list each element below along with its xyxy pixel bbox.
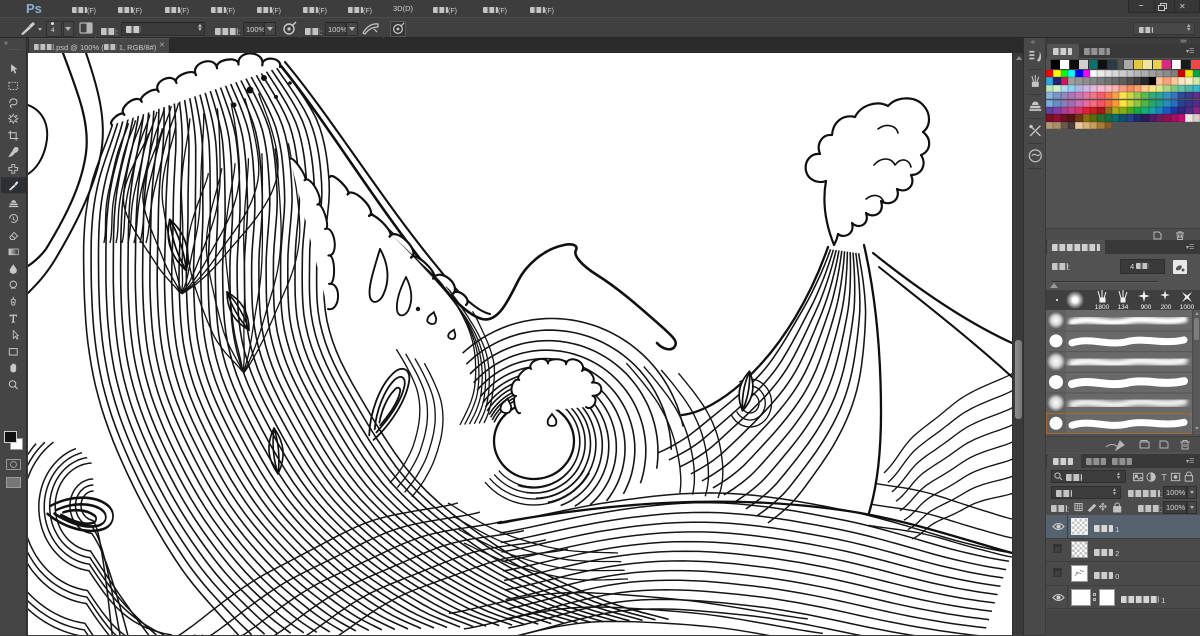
svg-text:T: T: [1161, 473, 1167, 483]
